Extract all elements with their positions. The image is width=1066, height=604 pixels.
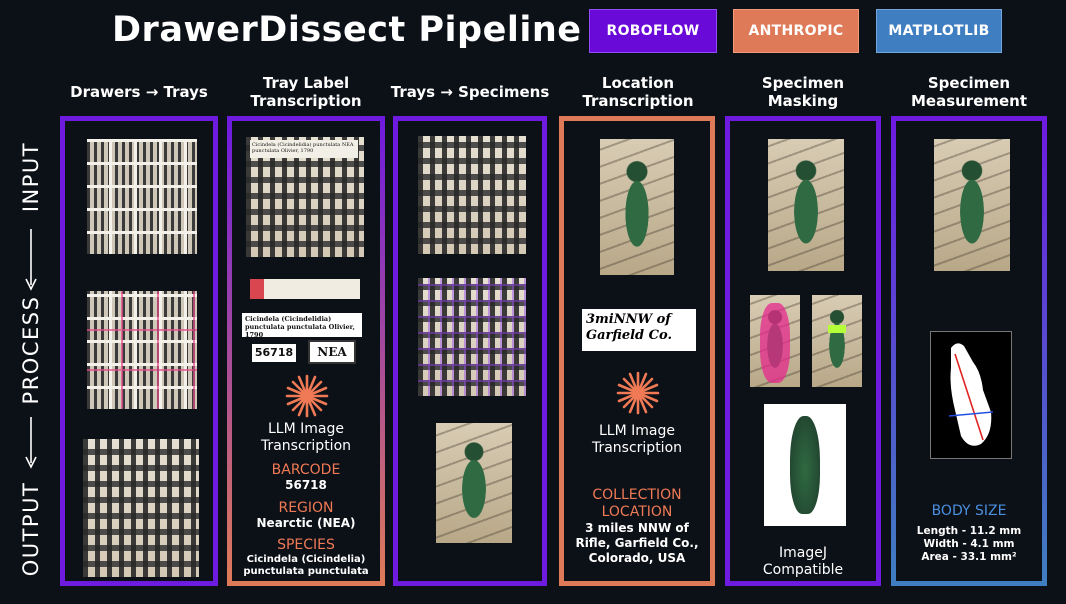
panel-location: 3miNNW of Garfield Co. LLM Image Transcri… bbox=[559, 116, 715, 586]
tray-input-image bbox=[418, 136, 526, 254]
roboflow-badge: ROBOFLOW bbox=[589, 9, 717, 53]
masked-specimen-image bbox=[764, 404, 846, 526]
process-label: PROCESS bbox=[19, 295, 43, 405]
heading-drawers-trays: Drawers → Trays bbox=[70, 83, 208, 101]
species-label-crop: Cicindela (Cicindelidia) punctulata punc… bbox=[242, 313, 362, 337]
region-title: REGION bbox=[278, 500, 334, 516]
mask-prediction-image-a bbox=[750, 295, 800, 387]
region-tag-crop: NEA bbox=[308, 340, 356, 364]
panel-masking: ImageJ Compatible bbox=[725, 116, 881, 586]
species-value: Cicindela (Cicindelia) punctulata punctul… bbox=[243, 554, 369, 577]
tray-image bbox=[83, 439, 199, 577]
flow-indicator: INPUT PROCESS OUTPUT bbox=[18, 141, 44, 577]
tray-label-image: Cicindela (Cicindelidia) punctulata NEA p… bbox=[246, 137, 364, 257]
panel-measurement: BODY SIZE Length - 11.2 mm Width - 4.1 m… bbox=[891, 116, 1047, 586]
collection-location-value: 3 miles NNW of Rifle, Garfield Co., Colora… bbox=[575, 521, 699, 565]
body-size-title: BODY SIZE bbox=[931, 503, 1007, 519]
anthropic-asterisk-icon bbox=[285, 374, 329, 418]
llm-label: LLM Image Transcription bbox=[591, 423, 683, 456]
anthropic-asterisk-icon bbox=[616, 371, 660, 415]
specimen-measure-input-image bbox=[934, 139, 1010, 271]
region-value: Nearctic (NEA) bbox=[256, 516, 356, 530]
location-label-crop: 3miNNW of Garfield Co. bbox=[582, 309, 696, 351]
mask-prediction-image-b bbox=[812, 295, 862, 387]
specimen-output-image bbox=[436, 423, 512, 543]
arrow-down-icon bbox=[25, 417, 37, 469]
heading-tray-label: Tray Label Transcription bbox=[250, 74, 362, 110]
barcode-value: 56718 bbox=[285, 478, 327, 492]
species-title: SPECIES bbox=[277, 537, 335, 553]
tray-specimen-detection-image bbox=[418, 278, 526, 396]
matplotlib-badge: MATPLOTLIB bbox=[876, 9, 1002, 53]
anthropic-badge: ANTHROPIC bbox=[733, 9, 859, 53]
drawer-tray-detection-image bbox=[87, 291, 197, 409]
collection-location-title: COLLECTION LOCATION bbox=[592, 487, 682, 520]
heading-trays-specimens: Trays → Specimens bbox=[390, 83, 550, 101]
specimen-location-image bbox=[600, 139, 674, 275]
specimen-mask-input-image bbox=[768, 139, 844, 271]
label-crop-image bbox=[250, 279, 360, 299]
body-size-values: Length - 11.2 mm Width - 4.1 mm Area - 3… bbox=[916, 525, 1022, 563]
panel-tray-label: Cicindela (Cicindelidia) punctulata NEA p… bbox=[227, 116, 385, 586]
arrow-down-icon bbox=[25, 229, 37, 291]
input-label: INPUT bbox=[19, 141, 43, 213]
llm-label: LLM Image Transcription bbox=[260, 421, 352, 454]
output-label: OUTPUT bbox=[19, 481, 43, 577]
heading-masking: Specimen Masking bbox=[761, 74, 845, 110]
panel-trays-specimens bbox=[393, 116, 547, 586]
barcode-crop: 56718 bbox=[252, 344, 296, 362]
drawer-image bbox=[87, 139, 197, 254]
barcode-title: BARCODE bbox=[271, 462, 341, 478]
heading-location: Location Transcription bbox=[582, 74, 694, 110]
panel-drawers-trays bbox=[60, 116, 218, 586]
measurement-overlay-icon bbox=[948, 343, 994, 446]
heading-measurement: Specimen Measurement bbox=[910, 74, 1028, 110]
imagej-compatible: ImageJ Compatible bbox=[762, 545, 844, 578]
measurement-mask-image bbox=[930, 331, 1012, 459]
page-title: DrawerDissect Pipeline bbox=[112, 10, 582, 50]
